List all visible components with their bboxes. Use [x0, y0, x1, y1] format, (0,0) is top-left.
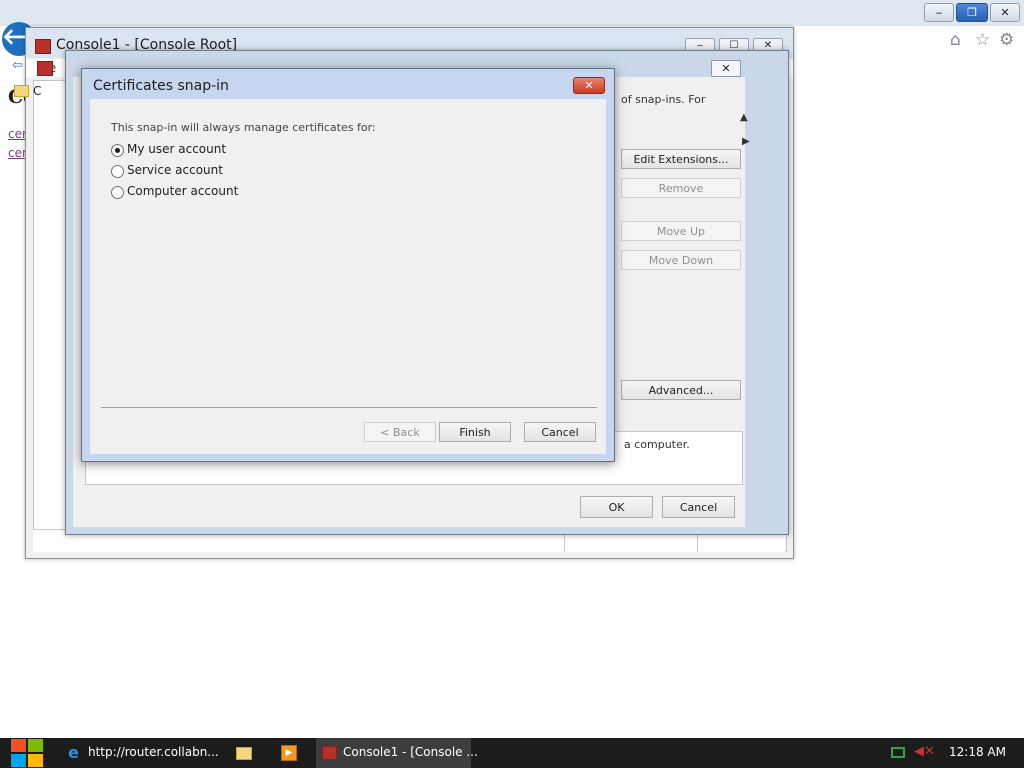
radio-label: Computer account [127, 184, 239, 198]
windows-logo-icon [28, 739, 43, 752]
taskbar-item-browser[interactable]: e http://router.collabn... [64, 738, 219, 768]
network-icon[interactable] [891, 747, 905, 758]
home-icon[interactable]: ⌂ [950, 30, 961, 50]
snapins-cancel-button[interactable]: Cancel [662, 496, 735, 518]
cancel-button[interactable]: Cancel [524, 422, 596, 442]
move-up-button[interactable]: Move Up [621, 221, 741, 241]
back-button[interactable]: < Back [364, 422, 436, 442]
taskbar-item-file-explorer[interactable] [227, 738, 259, 768]
taskbar-item-media-player[interactable]: ▶ [272, 738, 304, 768]
start-button[interactable] [10, 738, 45, 768]
description-text: a computer. [624, 438, 690, 451]
radio-button[interactable] [111, 165, 124, 178]
taskbar: e http://router.collabn... ▶ Console1 - … [0, 738, 1024, 768]
volume-muted-icon[interactable]: ◀✕ [914, 744, 935, 759]
scroll-up-icon[interactable]: ▲ [740, 112, 748, 123]
snapins-close-button[interactable]: ✕ [711, 60, 741, 77]
expand-right-icon[interactable]: ▶ [742, 136, 750, 147]
media-player-icon: ▶ [281, 745, 297, 761]
manage-certificates-prompt: This snap-in will always manage certific… [111, 121, 376, 134]
ie-icon: e [68, 743, 79, 762]
edit-extensions-button[interactable]: Edit Extensions... [621, 149, 741, 169]
finish-button[interactable]: Finish [439, 422, 511, 442]
tree-item-console-root[interactable]: C [33, 84, 41, 98]
dialog-body: This snap-in will always manage certific… [90, 99, 606, 454]
windows-logo-icon [28, 754, 43, 767]
certificates-snapin-dialog: Certificates snap-in ✕ This snap-in will… [81, 68, 615, 462]
browser-top-bar: ‒ ❐ ✕ [0, 0, 1024, 26]
browser-close-button[interactable]: ✕ [990, 3, 1020, 22]
mmc-icon [322, 746, 337, 760]
windows-logo-icon [11, 739, 26, 752]
taskbar-item-console[interactable]: Console1 - [Console ... [316, 738, 478, 768]
taskbar-item-label: Console1 - [Console ... [343, 745, 478, 759]
mmc-app-icon [35, 39, 51, 54]
browser-restore-button[interactable]: ❐ [956, 3, 988, 22]
dialog-title: Certificates snap-in [93, 78, 229, 94]
remove-button[interactable]: Remove [621, 178, 741, 198]
radio-button[interactable] [111, 186, 124, 199]
move-down-button[interactable]: Move Down [621, 250, 741, 270]
file-explorer-icon [236, 747, 252, 760]
windows-logo-icon [11, 754, 26, 767]
dialog-close-button[interactable]: ✕ [573, 77, 605, 94]
star-icon[interactable]: ☆ [975, 30, 990, 50]
gear-icon[interactable]: ⚙ [999, 30, 1014, 50]
taskbar-item-label: http://router.collabn... [88, 745, 219, 759]
ok-button[interactable]: OK [580, 496, 653, 518]
radio-button-selected[interactable] [111, 144, 124, 157]
mmc-app-icon [37, 61, 53, 76]
advanced-button[interactable]: Advanced... [621, 380, 741, 400]
radio-label: Service account [127, 163, 223, 177]
radio-label: My user account [127, 142, 227, 156]
system-clock[interactable]: 12:18 AM [949, 745, 1006, 759]
back-arrow-icon[interactable]: ⇦ [12, 58, 23, 73]
snapins-intro-text: of snap-ins. For [621, 93, 706, 106]
folder-icon [14, 85, 29, 97]
divider [101, 407, 597, 408]
browser-minimize-button[interactable]: ‒ [924, 3, 954, 22]
